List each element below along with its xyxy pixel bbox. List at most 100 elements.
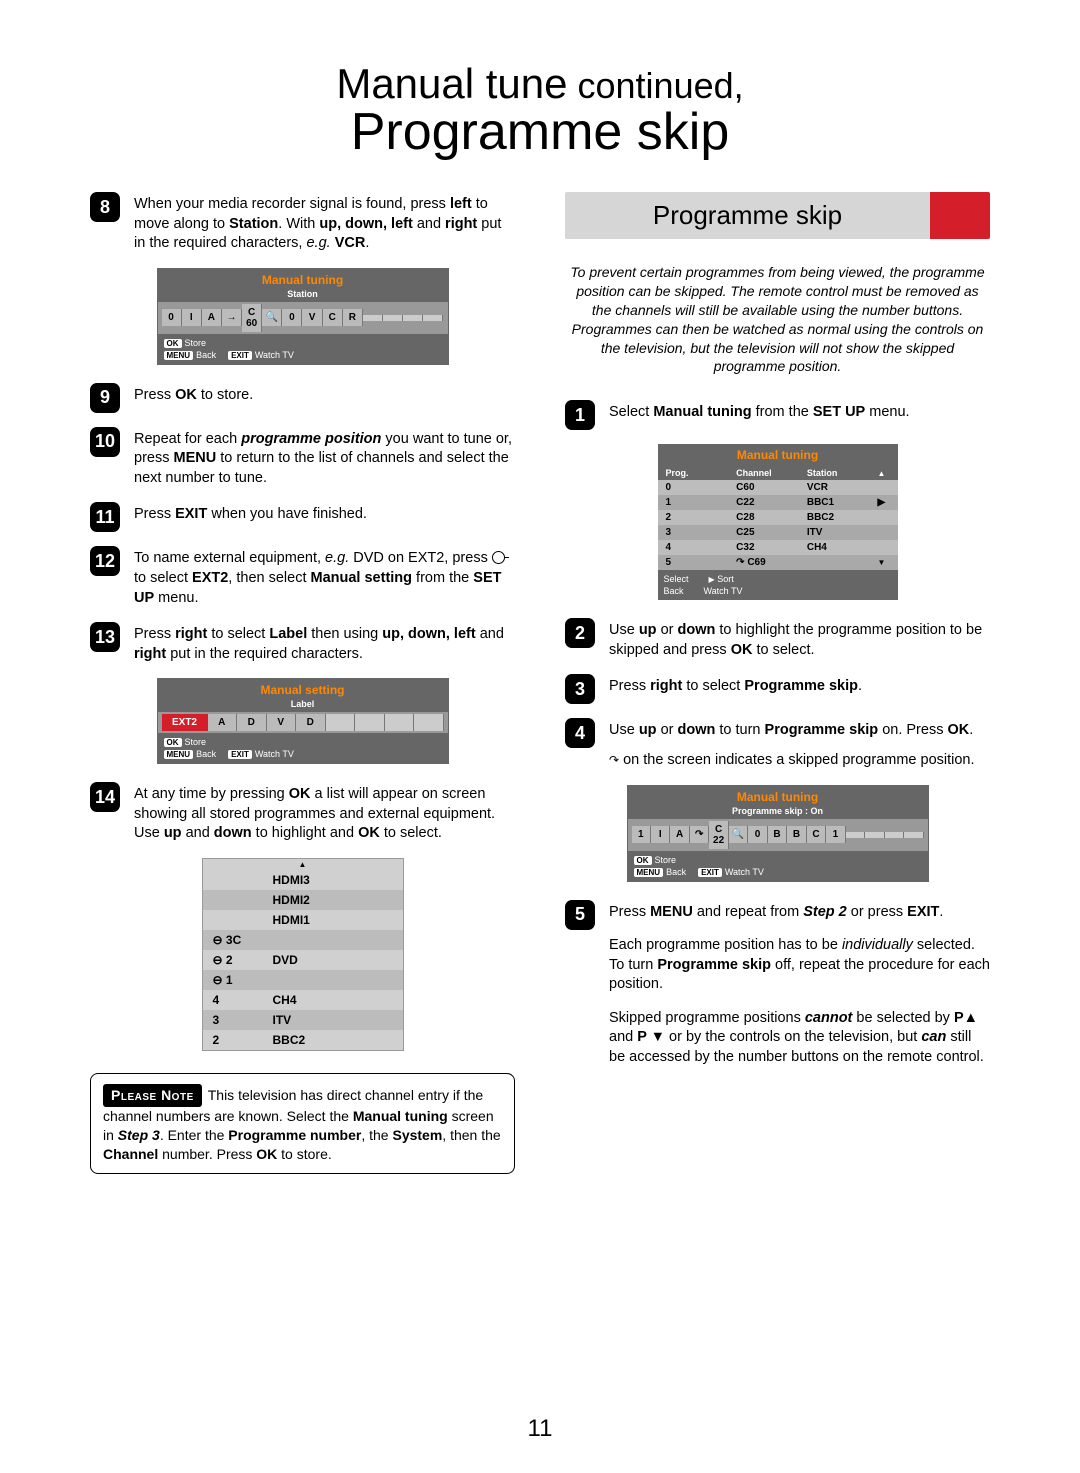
- osd-subtitle: Label: [158, 699, 448, 712]
- step-badge: 1: [565, 400, 595, 430]
- step-text: Use up or down to turn Programme skip on…: [609, 718, 975, 770]
- step-text: Use up or down to highlight the programm…: [609, 618, 990, 660]
- section-title: Programme skip: [565, 192, 930, 239]
- ok-tag: [634, 856, 652, 865]
- right-column: Programme skip To prevent certain progra…: [565, 192, 990, 1174]
- osd-cell: [326, 714, 356, 731]
- step-5: 5 Press MENU and repeat from Step 2 or p…: [565, 900, 990, 1068]
- step-badge: 8: [90, 192, 120, 222]
- osd-title: Manual tuning: [158, 269, 448, 289]
- osd-cells: 1IA↷C 22🔍0BBC1: [628, 819, 928, 851]
- osd-cell: 🔍: [262, 309, 282, 326]
- osd-cell: 0: [162, 309, 182, 326]
- step-badge: 14: [90, 782, 120, 812]
- skip-indicator-icon: [609, 756, 619, 767]
- step-8: 8 When your media recorder signal is fou…: [90, 192, 515, 254]
- osd-cell: V: [267, 714, 297, 731]
- step-badge: 9: [90, 383, 120, 413]
- osd-cell: B: [787, 826, 806, 843]
- list-item: HDMI2: [203, 890, 403, 910]
- step-text: At any time by pressing OK a list will a…: [134, 782, 515, 844]
- osd-cell: [423, 315, 443, 321]
- list-item: ⊖ 3C: [203, 930, 403, 950]
- step-9: 9 Press OK to store.: [90, 383, 515, 413]
- channel-table: Manual tuning Prog. Channel Station 0C60…: [658, 444, 898, 600]
- osd-cell: I: [182, 309, 202, 326]
- osd-title: Manual tuning: [628, 786, 928, 806]
- menu-tag: [164, 351, 194, 360]
- osd-cell: [363, 315, 383, 321]
- step-text: Press MENU and repeat from Step 2 or pre…: [609, 900, 990, 1068]
- page-number: 11: [0, 1415, 1080, 1443]
- left-column: 8 When your media recorder signal is fou…: [90, 192, 515, 1174]
- list-item: 3ITV: [203, 1010, 403, 1030]
- ext-label: EXT2: [162, 714, 208, 731]
- right-arrow-icon: [709, 574, 715, 584]
- osd-cell: [846, 832, 865, 838]
- step-4: 4 Use up or down to turn Programme skip …: [565, 718, 990, 770]
- step-text: Select Manual tuning from the SET UP men…: [609, 400, 910, 430]
- osd-manual-setting-label: Manual setting Label EXT2 ADVD Store Bac…: [157, 678, 449, 764]
- osd-cell: A: [670, 826, 689, 843]
- table-row: 2C28BBC2: [658, 510, 898, 525]
- osd-cell: 1: [826, 826, 845, 843]
- osd-cell: D: [237, 714, 267, 731]
- inputs-list: HDMI3HDMI2HDMI1⊖ 3C⊖ 2DVD⊖ 14CH43ITV2BBC…: [202, 858, 404, 1051]
- step-badge: 13: [90, 622, 120, 652]
- page-title: Manual tune continued, Programme skip: [90, 60, 990, 162]
- section-accent: [930, 192, 990, 239]
- step-badge: 2: [565, 618, 595, 648]
- table-row: 1C22BBC1▶: [658, 495, 898, 510]
- step-badge: 12: [90, 546, 120, 576]
- step-11: 11 Press EXIT when you have finished.: [90, 502, 515, 532]
- step-1: 1 Select Manual tuning from the SET UP m…: [565, 400, 990, 430]
- scroll-up-icon: [203, 859, 403, 870]
- osd-cell: →: [222, 309, 242, 326]
- table-row: 0C60VCR: [658, 480, 898, 495]
- table-row: 4C32CH4: [658, 540, 898, 555]
- osd-cell: 1: [632, 826, 651, 843]
- title-sub: continued,: [578, 65, 744, 106]
- osd-title: Manual tuning: [658, 444, 898, 466]
- step-13: 13 Press right to select Label then usin…: [90, 622, 515, 664]
- osd-subtitle: Programme skip : On: [628, 806, 928, 819]
- step-text: Press OK to store.: [134, 383, 253, 413]
- osd-cell: [904, 832, 923, 838]
- osd-footer: Store Back Watch TV: [628, 851, 928, 881]
- osd-cell: [403, 315, 423, 321]
- title-line2: Programme skip: [90, 102, 990, 162]
- step-10: 10 Repeat for each programme position yo…: [90, 427, 515, 489]
- step-text: When your media recorder signal is found…: [134, 192, 515, 254]
- list-item: ⊖ 1: [203, 970, 403, 990]
- step-text: Repeat for each programme position you w…: [134, 427, 515, 489]
- osd-cell: V: [302, 309, 322, 326]
- osd-cell: B: [768, 826, 787, 843]
- step-badge: 11: [90, 502, 120, 532]
- list-item: HDMI3: [203, 870, 403, 890]
- title-main: Manual tune: [336, 60, 567, 107]
- menu-tag: [164, 750, 194, 759]
- step-badge: 3: [565, 674, 595, 704]
- osd-cell: [414, 714, 444, 731]
- ext-icon: [492, 551, 505, 564]
- osd-cells: EXT2 ADVD: [158, 712, 448, 733]
- list-item: 4CH4: [203, 990, 403, 1010]
- osd-cell: [865, 832, 884, 838]
- step-badge: 5: [565, 900, 595, 930]
- list-item: 2BBC2: [203, 1030, 403, 1050]
- scroll-up-icon: [878, 468, 886, 478]
- osd-title: Manual setting: [158, 679, 448, 699]
- please-note-label: Please Note: [103, 1084, 202, 1107]
- section-header: Programme skip: [565, 192, 990, 239]
- step-text: Press right to select Label then using u…: [134, 622, 515, 664]
- osd-cell: [885, 832, 904, 838]
- step-text: Press EXIT when you have finished.: [134, 502, 367, 532]
- step-badge: 10: [90, 427, 120, 457]
- osd-cell: 🔍: [729, 826, 748, 843]
- osd-cell: ↷: [690, 826, 709, 843]
- ok-tag: [164, 738, 182, 747]
- osd-manual-tuning-station: Manual tuning Station 0IA→C 60🔍0VCR Stor…: [157, 268, 449, 365]
- osd-cells: 0IA→C 60🔍0VCR: [158, 302, 448, 334]
- please-note-box: Please NoteThis television has direct ch…: [90, 1073, 515, 1175]
- exit-tag: [228, 351, 252, 360]
